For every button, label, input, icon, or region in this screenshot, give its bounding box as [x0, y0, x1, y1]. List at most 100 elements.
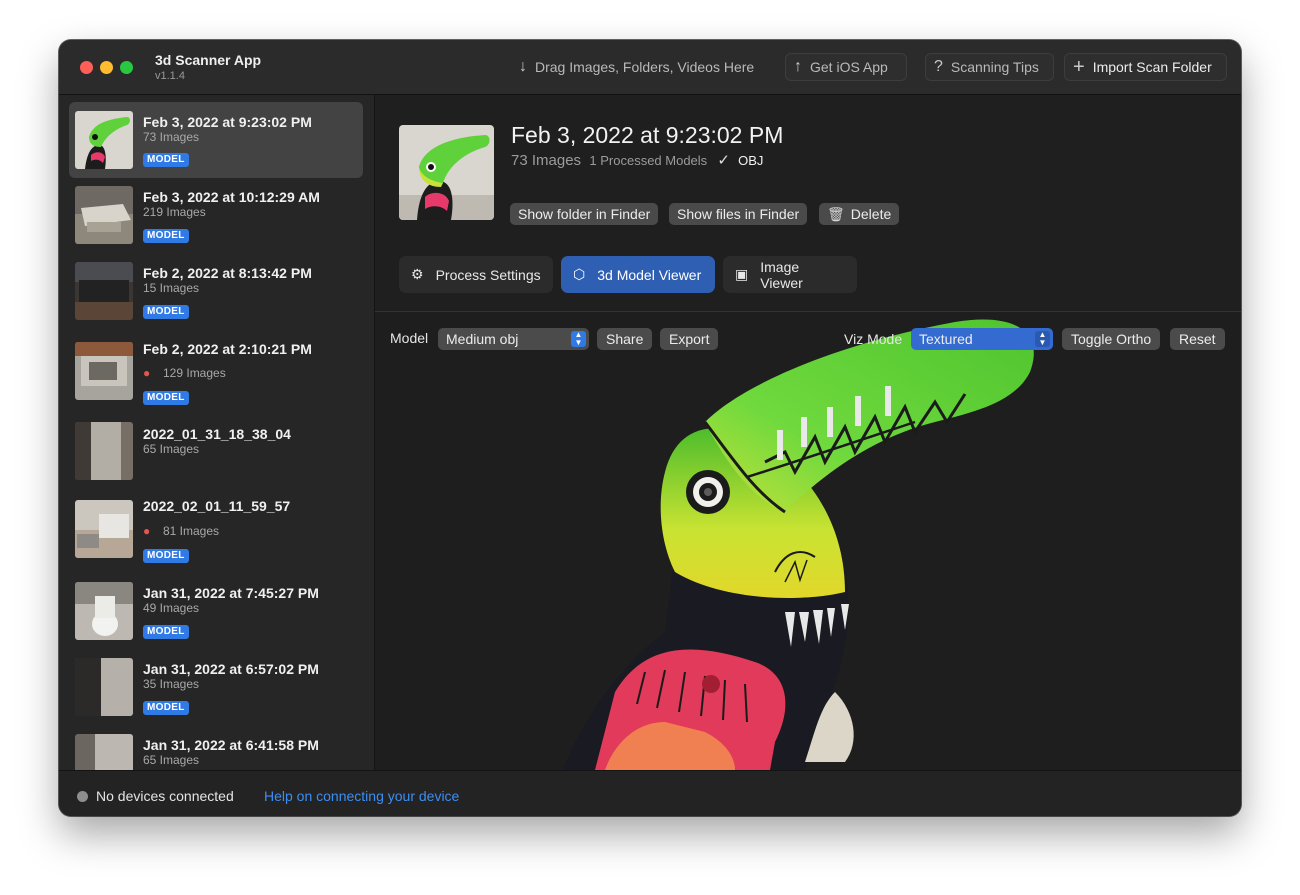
- get-ios-app-button[interactable]: ↑ Get iOS App: [785, 53, 907, 81]
- scan-image-count: 65 Images: [143, 442, 200, 456]
- main-panel: Feb 3, 2022 at 9:23:02 PM 73 Images 1 Pr…: [375, 95, 1241, 770]
- scan-title: Feb 2, 2022 at 8:13:42 PM: [143, 265, 312, 281]
- 3d-model-render: [563, 319, 1034, 770]
- processed-models-count: 1 Processed Models: [589, 153, 708, 168]
- tab-process-settings[interactable]: ⚙ Process Settings: [399, 256, 553, 293]
- scan-thumbnail: [75, 582, 133, 640]
- show-folder-in-finder-button[interactable]: Show folder in Finder: [510, 203, 659, 225]
- scan-title-heading: Feb 3, 2022 at 9:23:02 PM: [511, 122, 784, 148]
- photo-icon: ▣: [735, 266, 749, 282]
- scan-title: Jan 31, 2022 at 6:41:58 PM: [143, 737, 319, 753]
- scan-title: Jan 31, 2022 at 7:45:27 PM: [143, 585, 319, 601]
- title-bar: 3d Scanner App v1.1.4 ↓ Drag Images, Fol…: [59, 40, 1241, 95]
- scan-thumbnail: [75, 422, 133, 480]
- model-select-value: Medium obj: [446, 331, 519, 347]
- scan-list-item[interactable]: Feb 2, 2022 at 8:13:42 PM 15 Images MODE…: [69, 254, 363, 330]
- export-format: OBJ: [738, 153, 764, 168]
- scan-image-count: 49 Images: [143, 601, 200, 615]
- question-icon: ?: [934, 58, 943, 75]
- 3d-model-viewport[interactable]: Model Medium obj ▲ ▼ Share Export Viz Mod…: [375, 312, 1241, 770]
- plus-icon: +: [1073, 55, 1085, 78]
- scan-thumbnail: [75, 734, 133, 770]
- scan-title: 2022_02_01_11_59_57: [143, 498, 291, 514]
- scan-list-item[interactable]: Feb 3, 2022 at 10:12:29 AM 219 Images MO…: [69, 178, 363, 254]
- scan-list-item[interactable]: Jan 31, 2022 at 7:45:27 PM 49 Images MOD…: [69, 574, 363, 650]
- model-badge: MODEL: [143, 305, 189, 319]
- scan-list-sidebar: Feb 3, 2022 at 9:23:02 PM 73 Images MODE…: [59, 95, 375, 770]
- scan-thumbnail: [75, 658, 133, 716]
- model-badge: MODEL: [143, 549, 189, 563]
- chevron-updown-icon: ▲ ▼: [571, 331, 586, 347]
- paw-icon: ●: [143, 524, 151, 538]
- close-window-button[interactable]: [80, 61, 93, 74]
- drag-drop-label: Drag Images, Folders, Videos Here: [535, 59, 755, 75]
- app-window: 3d Scanner App v1.1.4 ↓ Drag Images, Fol…: [59, 40, 1241, 816]
- scan-list-item[interactable]: Feb 2, 2022 at 2:10:21 PM ● 129 Images M…: [69, 330, 363, 412]
- scan-image-count: 81 Images: [163, 524, 220, 538]
- gear-icon: ⚙: [411, 266, 424, 282]
- reset-button[interactable]: Reset: [1170, 328, 1225, 350]
- scan-image-count: 129 Images: [163, 366, 226, 380]
- scan-list-item[interactable]: 2022_01_31_18_38_04 65 Images: [69, 412, 363, 480]
- scan-list-item[interactable]: Jan 31, 2022 at 6:57:02 PM 35 Images MOD…: [69, 650, 363, 726]
- chevron-updown-icon: ▲ ▼: [1035, 331, 1050, 347]
- scan-thumbnail: [75, 342, 133, 400]
- export-button[interactable]: Export: [660, 328, 719, 350]
- scanning-tips-label: Scanning Tips: [950, 59, 1039, 75]
- app-version: v1.1.4: [155, 70, 185, 82]
- device-status-dot: [77, 791, 88, 802]
- tab-3d-model-viewer[interactable]: ⬡ 3d Model Viewer: [561, 256, 715, 293]
- device-status-text: No devices connected: [96, 788, 234, 804]
- model-select[interactable]: Medium obj ▲ ▼: [438, 328, 589, 350]
- maximize-window-button[interactable]: [120, 61, 133, 74]
- arrow-down-icon: ↓: [519, 58, 527, 75]
- model-badge: MODEL: [143, 391, 189, 405]
- tab-label: Process Settings: [435, 266, 541, 283]
- tab-image-viewer[interactable]: ▣ Image Viewer: [723, 256, 857, 293]
- scan-image-count: 73 Images: [143, 130, 200, 144]
- arrow-up-icon: ↑: [794, 58, 802, 75]
- minimize-window-button[interactable]: [100, 61, 113, 74]
- model-badge: MODEL: [143, 625, 189, 639]
- scan-title: Feb 3, 2022 at 10:12:29 AM: [143, 189, 320, 205]
- scan-list-item[interactable]: Jan 31, 2022 at 6:41:58 PM 65 Images: [69, 726, 363, 770]
- status-bar: No devices connected Help on connecting …: [59, 770, 1241, 816]
- scan-thumbnail: [75, 262, 133, 320]
- scan-thumbnail: [75, 186, 133, 244]
- checkmark-icon: ✓: [717, 152, 730, 169]
- scan-list-item[interactable]: Feb 3, 2022 at 9:23:02 PM 73 Images MODE…: [69, 102, 363, 178]
- app-title: 3d Scanner App: [155, 52, 262, 68]
- model-badge: MODEL: [143, 229, 189, 243]
- viz-mode-select[interactable]: Textured ▲ ▼: [911, 328, 1053, 350]
- trash-icon: 🗑: [827, 206, 845, 222]
- share-button[interactable]: Share: [597, 328, 653, 350]
- import-scan-folder-label: Import Scan Folder: [1092, 59, 1212, 75]
- get-ios-app-label: Get iOS App: [810, 59, 888, 75]
- drag-drop-zone[interactable]: ↓ Drag Images, Folders, Videos Here: [511, 53, 762, 81]
- scan-title: Feb 3, 2022 at 9:23:02 PM: [143, 114, 312, 130]
- scan-title: Jan 31, 2022 at 6:57:02 PM: [143, 661, 319, 677]
- import-scan-folder-button[interactable]: + Import Scan Folder: [1064, 53, 1227, 81]
- scan-title: 2022_01_31_18_38_04: [143, 426, 291, 442]
- toggle-ortho-button[interactable]: Toggle Ortho: [1062, 328, 1161, 350]
- tab-label: Image Viewer: [760, 258, 803, 291]
- help-connecting-link[interactable]: Help on connecting your device: [264, 788, 459, 804]
- viz-mode-select-value: Textured: [919, 331, 973, 347]
- scan-image-count: 35 Images: [143, 677, 200, 691]
- scan-meta: 73 Images 1 Processed Models ✓ OBJ: [511, 151, 763, 169]
- paw-icon: ●: [143, 366, 151, 380]
- tab-label: 3d Model Viewer: [597, 266, 702, 283]
- scanning-tips-button[interactable]: ? Scanning Tips: [925, 53, 1054, 81]
- scan-thumbnail: [75, 500, 133, 558]
- scan-title: Feb 2, 2022 at 2:10:21 PM: [143, 341, 312, 357]
- model-badge: MODEL: [143, 153, 189, 167]
- scan-preview-image: [399, 125, 494, 220]
- scan-image-count: 219 Images: [143, 205, 206, 219]
- scan-image-count: 15 Images: [143, 281, 200, 295]
- delete-button[interactable]: 🗑 Delete: [819, 203, 900, 225]
- cube-icon: ⬡: [573, 266, 586, 282]
- model-badge: MODEL: [143, 701, 189, 715]
- scan-list-item[interactable]: 2022_02_01_11_59_57 ● 81 Images MODEL: [69, 474, 363, 574]
- image-count: 73 Images: [511, 152, 582, 169]
- show-files-in-finder-button[interactable]: Show files in Finder: [669, 203, 808, 225]
